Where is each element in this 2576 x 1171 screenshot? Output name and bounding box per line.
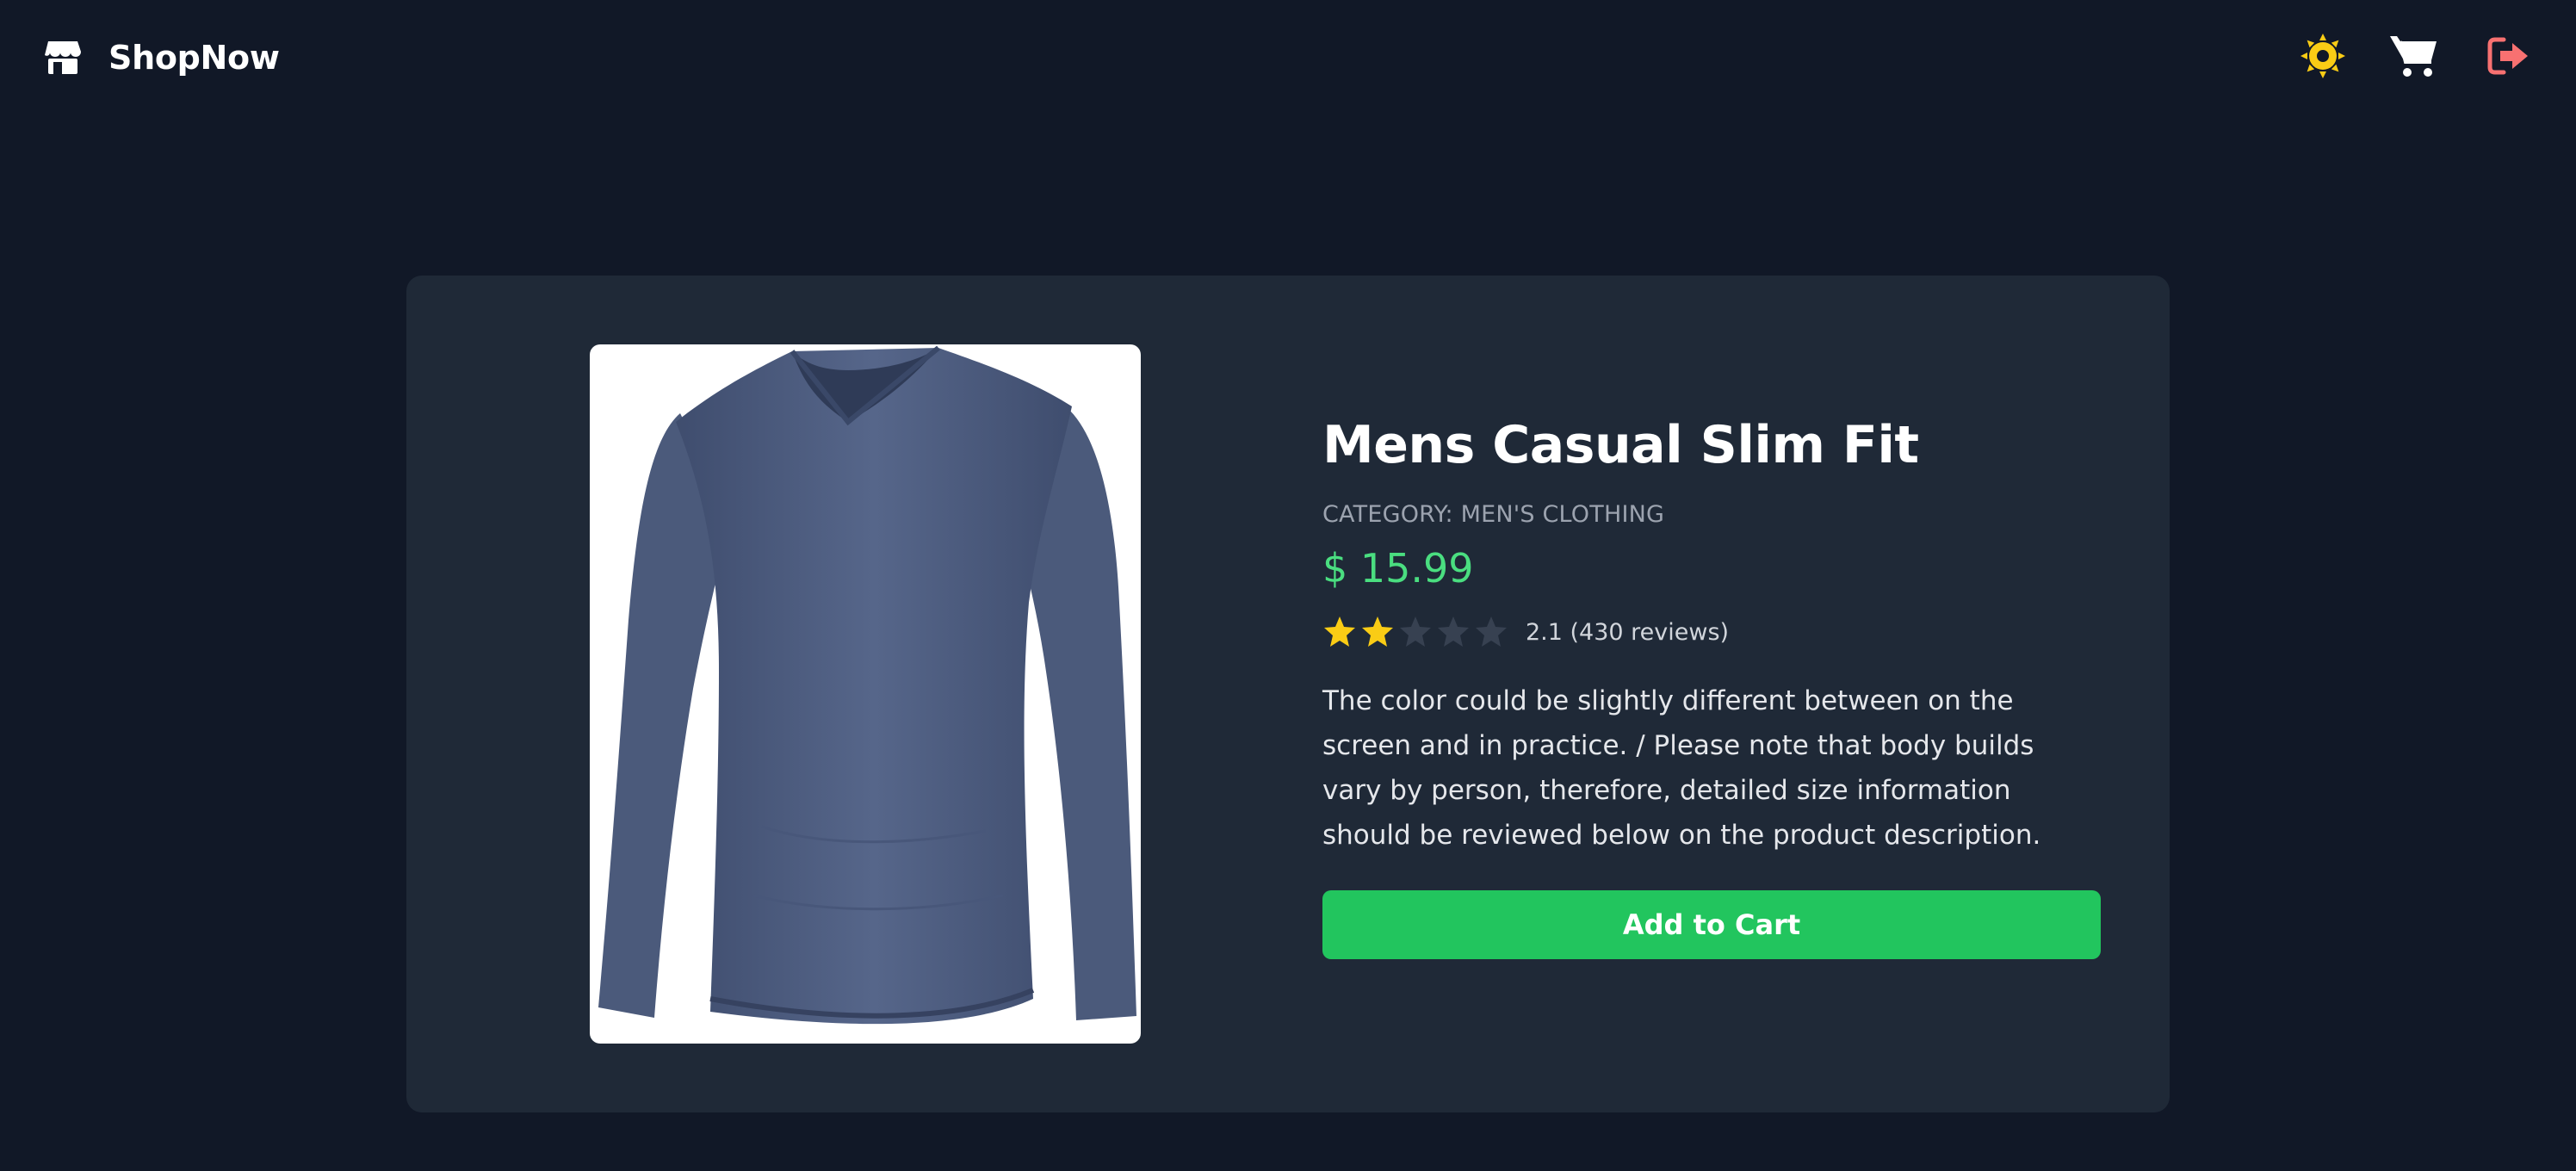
star-empty-icon [1474, 615, 1508, 649]
star-filled-icon [1360, 615, 1395, 649]
brand[interactable]: ShopNow [43, 36, 280, 79]
logout-icon [2487, 37, 2528, 75]
add-to-cart-button[interactable]: Add to Cart [1322, 890, 2101, 959]
star-filled-icon [1322, 615, 1357, 649]
logout-button[interactable] [2486, 34, 2531, 77]
product-image [590, 344, 1141, 1044]
product-price: $ 15.99 [1322, 545, 1474, 592]
store-icon [43, 38, 83, 77]
product-info: Mens Casual Slim Fit CATEGORY: MEN'S CLO… [1322, 413, 2101, 959]
star-empty-icon [1398, 615, 1433, 649]
sun-icon [2300, 34, 2345, 78]
long-sleeve-shirt-image [598, 345, 1136, 1025]
cart-icon [2390, 36, 2437, 77]
rating-stars [1322, 615, 1512, 649]
star-empty-icon [1436, 615, 1471, 649]
navbar: ShopNow [0, 0, 2576, 115]
product-category: CATEGORY: MEN'S CLOTHING [1322, 501, 1665, 528]
product-title: Mens Casual Slim Fit [1322, 415, 1919, 475]
rating-text: 2.1 (430 reviews) [1526, 618, 1730, 646]
product-rating: 2.1 (430 reviews) [1322, 611, 2101, 653]
product-card: Mens Casual Slim Fit CATEGORY: MEN'S CLO… [406, 276, 2170, 1112]
cart-button[interactable] [2388, 33, 2440, 79]
product-description: The color could be slightly different be… [1322, 685, 2041, 851]
brand-name: ShopNow [108, 39, 280, 77]
theme-toggle-button[interactable] [2299, 32, 2347, 80]
